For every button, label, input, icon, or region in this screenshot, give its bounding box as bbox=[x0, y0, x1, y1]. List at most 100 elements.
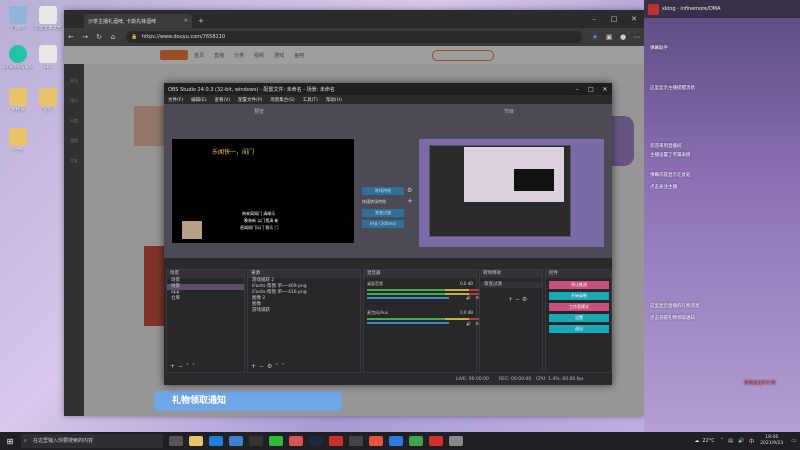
more-icon[interactable]: ⋯ bbox=[630, 33, 644, 41]
controls-dock: 控件 停止推流 开始录制 工作室模式 设置 退出 bbox=[545, 269, 612, 373]
add-transition-icon[interactable]: + bbox=[407, 197, 413, 205]
menu-scene-collection[interactable]: 场景集合(S) bbox=[270, 97, 294, 103]
edge-icon[interactable] bbox=[209, 436, 223, 446]
taskbar-search[interactable]: ⌕ 在这里输入你要搜索的内容 bbox=[21, 434, 163, 448]
app-icon[interactable] bbox=[329, 436, 343, 446]
taskbar: ⊞ ⌕ 在这里输入你要搜索的内容 ☁ 22°C ˄ ▤ 🔊 中 18:06 20… bbox=[0, 432, 800, 450]
home-icon[interactable]: ⌂ bbox=[106, 33, 120, 41]
transition-select[interactable]: 渐变过渡 bbox=[480, 282, 542, 288]
exit-button[interactable]: 退出 bbox=[549, 325, 609, 333]
chat-line: 欢迎来到直播间 bbox=[650, 144, 682, 149]
chat-panel: xking · infinemore/DMA 弹幕助手 这里显示主播提醒消息 欢… bbox=[644, 0, 800, 432]
chevron-up-icon[interactable]: ˄ bbox=[721, 438, 724, 444]
fade-transition-button[interactable]: 渐变过渡 bbox=[362, 209, 404, 217]
app-icon[interactable] bbox=[249, 436, 263, 446]
desktop-icon-recycle[interactable]: 回收站 bbox=[3, 6, 33, 31]
preview-canvas[interactable]: 乐闻快一，闺门 带来闺闺门 清晰乐 晚装新 以门我清 新 晋闺闺门乐门 我乐 门 bbox=[172, 139, 354, 243]
chat-line: 这里显示直播的礼物消息 bbox=[650, 304, 700, 309]
folder-icon bbox=[39, 88, 57, 106]
recycle-bin-icon bbox=[9, 6, 27, 24]
desktop-icon-folder-2[interactable]: 资料 bbox=[33, 88, 63, 113]
app-icon[interactable] bbox=[449, 436, 463, 446]
app-icon[interactable] bbox=[289, 436, 303, 446]
explorer-icon[interactable] bbox=[189, 436, 203, 446]
level-meter bbox=[367, 318, 487, 320]
close-icon[interactable]: ✕ bbox=[624, 10, 644, 28]
studio-mode-button[interactable]: 工作室模式 bbox=[549, 303, 609, 311]
minimize-icon[interactable]: – bbox=[570, 86, 584, 93]
settings-button[interactable]: 设置 bbox=[549, 314, 609, 322]
forward-icon[interactable]: → bbox=[78, 33, 92, 41]
desktop-icon-folder-3[interactable]: 文件 bbox=[3, 128, 33, 153]
source-item[interactable]: 游戏捕获 bbox=[248, 308, 360, 314]
address-bar[interactable]: 🔒 https://www.douyu.com/7658110 bbox=[126, 31, 582, 43]
program-canvas[interactable] bbox=[419, 139, 604, 247]
volume-slider[interactable] bbox=[367, 322, 449, 324]
obs-icon[interactable] bbox=[349, 436, 363, 446]
clock[interactable]: 18:06 2021/9/23 bbox=[760, 435, 783, 447]
controls-header: 控件 bbox=[546, 270, 611, 278]
speaker-icon[interactable]: 🔊 bbox=[466, 295, 471, 300]
scene-item[interactable]: 仓库 bbox=[167, 296, 244, 302]
app-icon[interactable] bbox=[369, 436, 383, 446]
scene-tools[interactable]: +−˄˅ bbox=[170, 363, 198, 370]
menu-edit[interactable]: 编辑(E) bbox=[191, 97, 206, 103]
menu-tools[interactable]: 工具(T) bbox=[303, 97, 318, 103]
ime-indicator[interactable]: 中 bbox=[749, 438, 754, 445]
gift-banner[interactable]: 礼物领取通知 bbox=[154, 391, 342, 411]
preview-note: 带来闺闺门 清晰乐 bbox=[242, 211, 276, 216]
folder-icon bbox=[9, 88, 27, 106]
obs-window: OBS Studio 24.0.3 (32-bit, windows) - 配置… bbox=[164, 83, 612, 385]
transition-settings-icon[interactable]: ⚙ bbox=[407, 187, 412, 194]
duration-button[interactable]: 时长 (300ms) bbox=[362, 220, 404, 228]
preview-label: 预览 bbox=[254, 109, 265, 115]
notification-icon[interactable]: ▭ bbox=[791, 438, 796, 444]
windows-start-icon[interactable]: ⊞ bbox=[2, 437, 18, 446]
network-icon[interactable]: ▤ bbox=[728, 438, 733, 444]
refresh-icon[interactable]: ↻ bbox=[92, 33, 106, 41]
desktop-icon-folder-1[interactable]: 文件夹 bbox=[3, 88, 33, 113]
stop-streaming-button[interactable]: 停止推流 bbox=[549, 281, 609, 289]
star-icon[interactable]: ★ bbox=[588, 33, 602, 41]
profile-icon[interactable]: ● bbox=[616, 33, 630, 41]
transition-button[interactable]: 转场特效 bbox=[362, 187, 404, 195]
maximize-icon[interactable]: □ bbox=[584, 86, 598, 93]
menu-profile[interactable]: 配置文件(P) bbox=[238, 97, 262, 103]
speaker-icon[interactable]: 🔊 bbox=[466, 321, 471, 326]
back-icon[interactable]: ← bbox=[64, 33, 78, 41]
desktop-icon-file[interactable]: 新建文本文档 bbox=[33, 6, 63, 31]
program-nested-preview bbox=[514, 169, 554, 191]
menu-file[interactable]: 文件(F) bbox=[168, 97, 183, 103]
desktop-icon-obs[interactable]: obs bbox=[33, 45, 63, 70]
pdf-icon[interactable] bbox=[429, 436, 443, 446]
maximize-icon[interactable]: □ bbox=[604, 10, 624, 28]
avatar bbox=[648, 4, 659, 15]
app-icon[interactable] bbox=[409, 436, 423, 446]
weather-icon[interactable]: ☁ bbox=[694, 438, 699, 444]
wechat-icon[interactable] bbox=[269, 436, 283, 446]
store-icon[interactable] bbox=[229, 436, 243, 446]
browser-tab[interactable]: 沙茶主播礼酒啤, 卡斯先锋酒啤 ✕ bbox=[84, 14, 192, 28]
window-controls: – □ ✕ bbox=[584, 10, 644, 28]
source-tools[interactable]: +−⚙˄˅ bbox=[251, 363, 287, 370]
close-icon[interactable]: ✕ bbox=[598, 86, 612, 93]
app-icon[interactable] bbox=[389, 436, 403, 446]
obs-statusbar: LIVE: 00:00:00 REC: 00:00:00 CPU: 1.4%, … bbox=[164, 375, 612, 385]
volume-icon[interactable]: 🔊 bbox=[738, 438, 744, 444]
temperature: 22°C bbox=[702, 438, 715, 444]
transition-tools[interactable]: + − ⚙ bbox=[508, 296, 527, 303]
start-recording-button[interactable]: 开始录制 bbox=[549, 292, 609, 300]
task-view-icon[interactable] bbox=[169, 436, 183, 446]
cpu-status: CPU: 1.4%, 60.00 fps bbox=[536, 377, 584, 382]
volume-slider[interactable] bbox=[367, 297, 449, 299]
menu-help[interactable]: 帮助(H) bbox=[326, 97, 342, 103]
transitions-dock: 转场特效 渐变过渡 + − ⚙ bbox=[479, 269, 543, 373]
desktop-icon-smartanywhere[interactable]: smartAnywhere bbox=[3, 45, 33, 70]
menu-view[interactable]: 查看(V) bbox=[214, 97, 230, 103]
steam-icon[interactable] bbox=[309, 436, 323, 446]
rec-timer: REC: 00:00:00 bbox=[499, 377, 532, 382]
close-tab-icon[interactable]: ✕ bbox=[184, 18, 188, 24]
minimize-icon[interactable]: – bbox=[584, 10, 604, 28]
collections-icon[interactable]: ▣ bbox=[602, 33, 616, 41]
new-tab-icon[interactable]: + bbox=[198, 14, 204, 28]
